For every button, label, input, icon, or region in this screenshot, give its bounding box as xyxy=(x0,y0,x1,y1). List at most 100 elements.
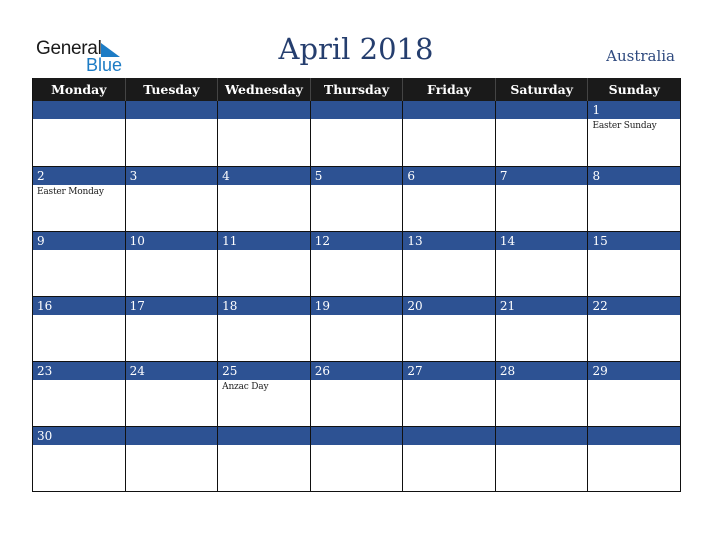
day-number xyxy=(588,427,681,445)
day-cell[interactable]: 1 Easter Sunday xyxy=(587,101,681,166)
holiday-label: Easter Monday xyxy=(37,187,104,197)
day-number: 19 xyxy=(310,297,403,315)
day-cell[interactable] xyxy=(587,427,681,491)
day-number: 28 xyxy=(495,362,588,380)
day-cell[interactable] xyxy=(309,427,403,491)
weekday-thursday: Thursday xyxy=(309,78,403,101)
week-row: 23 24 25 Anzac Day 26 27 28 29 xyxy=(33,361,681,426)
holiday-label xyxy=(33,380,125,382)
day-cell[interactable]: 28 xyxy=(494,362,588,426)
day-cell[interactable] xyxy=(402,101,495,166)
day-cell[interactable] xyxy=(33,101,125,166)
weekday-saturday: Saturday xyxy=(494,78,588,101)
day-cell[interactable]: 15 xyxy=(587,232,681,296)
day-cell[interactable]: 17 xyxy=(124,297,218,361)
day-cell[interactable]: 27 xyxy=(402,362,495,426)
week-row: 1 Easter Sunday xyxy=(33,101,681,166)
day-cell[interactable]: 22 xyxy=(587,297,681,361)
weekday-monday: Monday xyxy=(51,82,107,97)
calendar-grid: Monday Tuesday Wednesday Thursday Friday Satu… xyxy=(32,78,681,492)
holiday-label xyxy=(588,380,680,382)
day-cell[interactable]: 10 xyxy=(124,232,218,296)
holiday-label xyxy=(588,185,680,187)
day-number: 17 xyxy=(125,297,218,315)
day-cell[interactable] xyxy=(124,101,218,166)
holiday-label xyxy=(588,445,680,447)
holiday-label xyxy=(126,250,218,252)
day-number: 21 xyxy=(495,297,588,315)
day-cell[interactable]: 16 xyxy=(33,297,125,361)
week-row: 30 xyxy=(33,426,681,491)
day-cell[interactable]: 25 Anzac Day xyxy=(217,362,310,426)
day-number xyxy=(33,101,125,119)
holiday-label xyxy=(403,185,495,187)
holiday-label xyxy=(403,250,495,252)
day-number: 9 xyxy=(33,232,125,250)
day-cell[interactable]: 8 xyxy=(587,167,681,231)
holiday-label xyxy=(218,315,310,317)
day-cell[interactable]: 20 xyxy=(402,297,495,361)
day-cell[interactable] xyxy=(402,427,495,491)
day-cell[interactable]: 19 xyxy=(309,297,403,361)
day-number: 24 xyxy=(125,362,218,380)
weekday-wednesday: Wednesday xyxy=(217,78,310,101)
holiday-label xyxy=(403,119,495,121)
day-cell[interactable] xyxy=(309,101,403,166)
week-row: 9 10 11 12 13 14 15 xyxy=(33,231,681,296)
day-number: 27 xyxy=(403,362,495,380)
country-label: Australia xyxy=(606,47,675,65)
day-cell[interactable]: 23 xyxy=(33,362,125,426)
holiday-label xyxy=(588,315,680,317)
holiday-label xyxy=(126,185,218,187)
day-cell[interactable] xyxy=(217,427,310,491)
day-cell[interactable] xyxy=(217,101,310,166)
day-cell[interactable]: 3 xyxy=(124,167,218,231)
day-number: 3 xyxy=(125,167,218,185)
holiday-label xyxy=(588,250,680,252)
day-number: 14 xyxy=(495,232,588,250)
day-cell[interactable] xyxy=(124,427,218,491)
day-cell[interactable] xyxy=(494,101,588,166)
day-number: 23 xyxy=(33,362,125,380)
day-number: 13 xyxy=(403,232,495,250)
day-number: 30 xyxy=(33,427,125,445)
day-cell[interactable]: 9 xyxy=(33,232,125,296)
day-number xyxy=(495,427,588,445)
day-cell[interactable]: 26 xyxy=(309,362,403,426)
weekday-tuesday: Tuesday xyxy=(124,78,218,101)
day-number: 10 xyxy=(125,232,218,250)
day-cell[interactable]: 2 Easter Monday xyxy=(33,167,125,231)
day-number xyxy=(403,427,495,445)
week-row: 2 Easter Monday 3 4 5 6 7 8 xyxy=(33,166,681,231)
holiday-label: Easter Sunday xyxy=(592,121,657,131)
day-number: 5 xyxy=(310,167,403,185)
holiday-label xyxy=(33,445,125,447)
day-cell[interactable]: 6 xyxy=(402,167,495,231)
day-cell[interactable]: 14 xyxy=(494,232,588,296)
day-cell[interactable]: 13 xyxy=(402,232,495,296)
holiday-label xyxy=(496,445,588,447)
day-cell[interactable]: 5 xyxy=(309,167,403,231)
day-cell[interactable]: 12 xyxy=(309,232,403,296)
day-number: 25 xyxy=(218,362,310,380)
day-number: 2 xyxy=(33,167,125,185)
day-cell[interactable]: 24 xyxy=(124,362,218,426)
day-cell[interactable]: 21 xyxy=(494,297,588,361)
holiday-label xyxy=(311,445,403,447)
weekday-sunday: Sunday xyxy=(587,78,680,101)
holiday-label xyxy=(126,380,218,382)
holiday-label xyxy=(496,315,588,317)
day-cell[interactable]: 30 xyxy=(33,427,125,491)
day-cell[interactable]: 29 xyxy=(587,362,681,426)
day-number: 15 xyxy=(588,232,681,250)
day-cell[interactable] xyxy=(494,427,588,491)
day-number: 26 xyxy=(310,362,403,380)
day-number xyxy=(495,101,588,119)
day-cell[interactable]: 11 xyxy=(217,232,310,296)
day-cell[interactable]: 7 xyxy=(494,167,588,231)
holiday-label xyxy=(218,185,310,187)
day-number: 6 xyxy=(403,167,495,185)
day-cell[interactable]: 18 xyxy=(217,297,310,361)
day-number xyxy=(125,101,218,119)
day-cell[interactable]: 4 xyxy=(217,167,310,231)
